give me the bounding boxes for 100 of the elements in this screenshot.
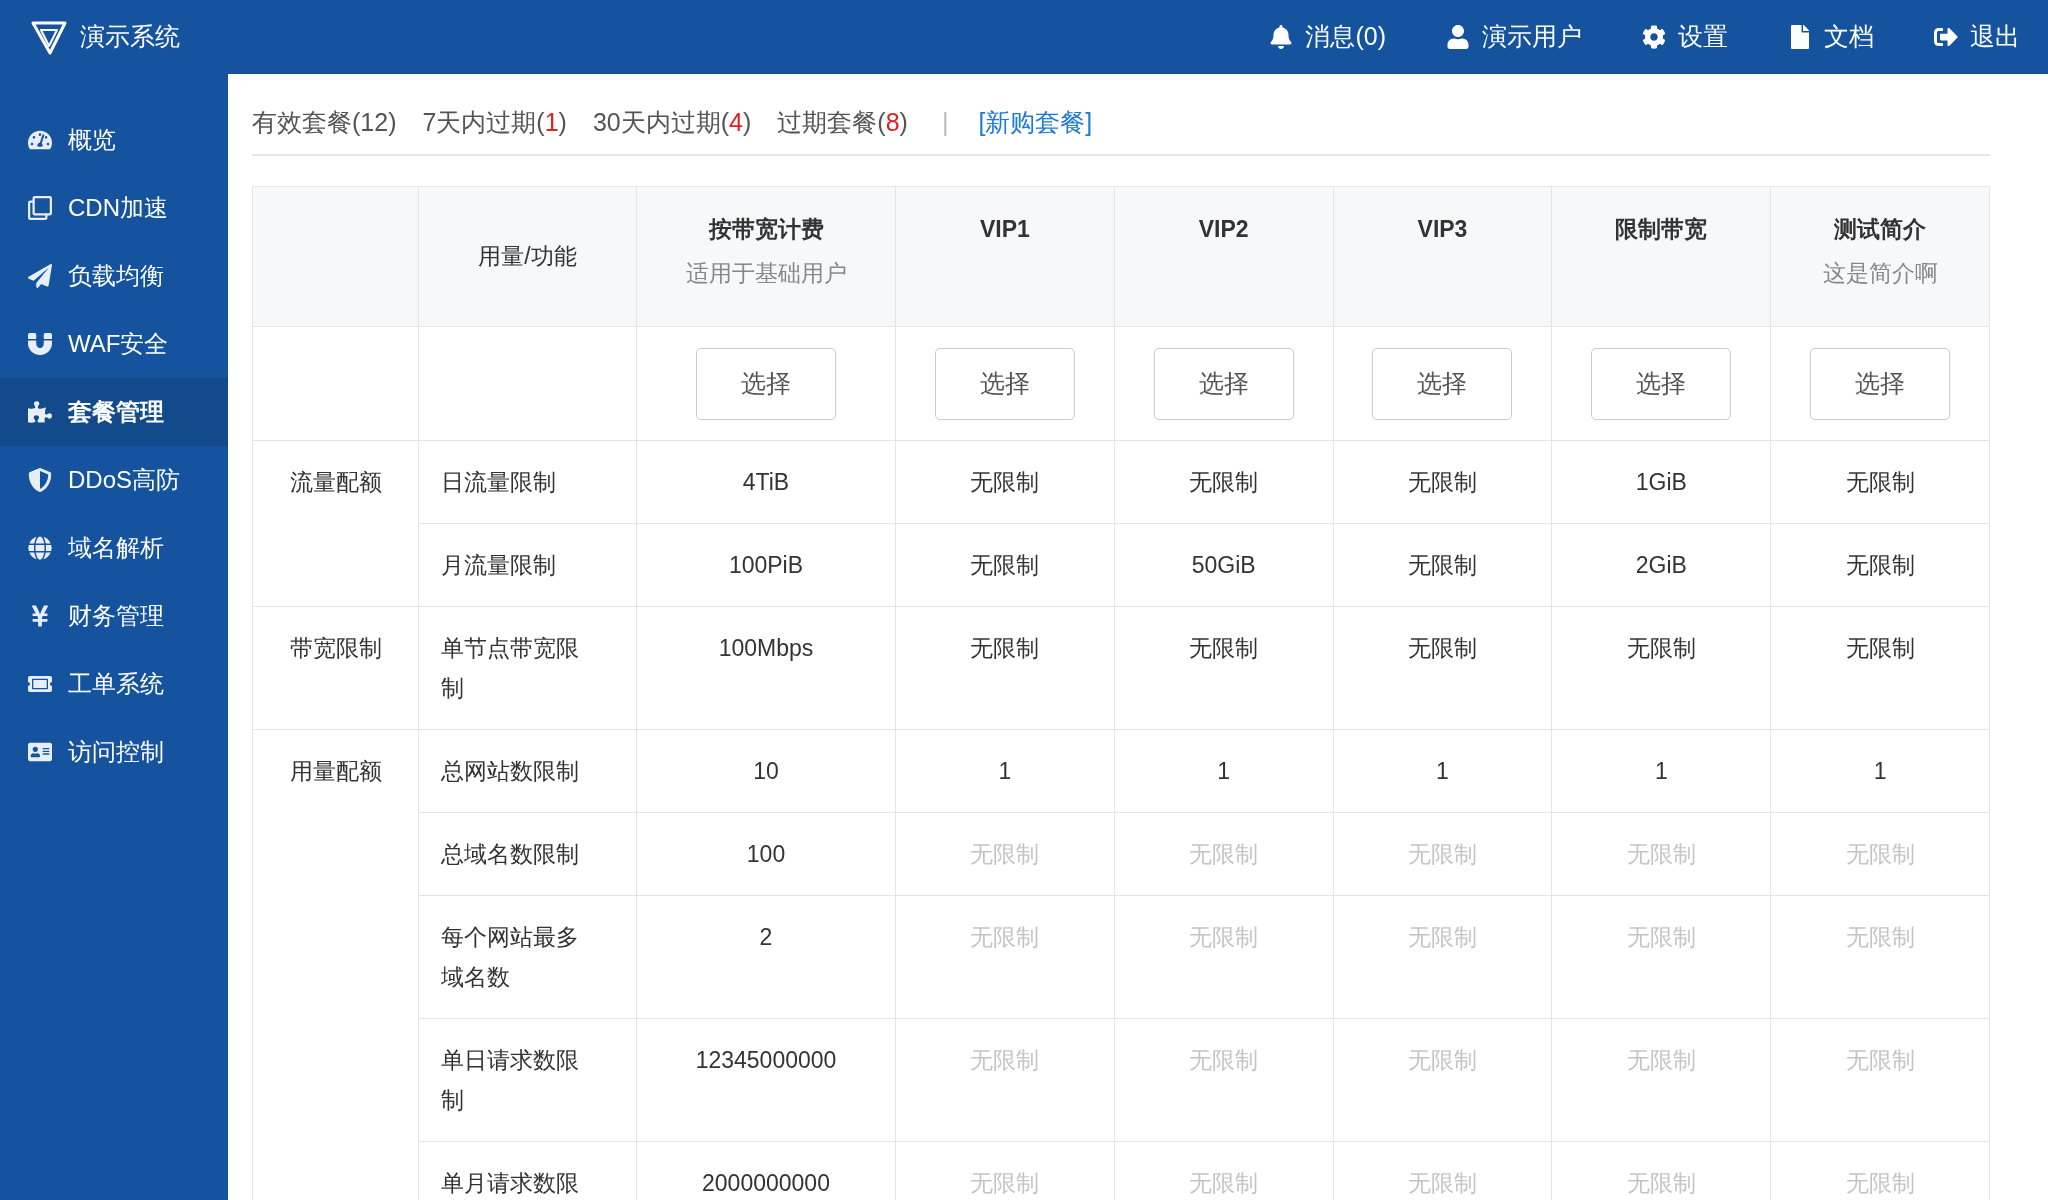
- sidebar-item[interactable]: 套餐管理: [0, 378, 228, 446]
- feature-cell: 每个网站最多域名数: [418, 895, 637, 1019]
- settings-icon: [1642, 25, 1666, 49]
- select-button[interactable]: 选择: [934, 347, 1075, 420]
- document-icon: [1788, 25, 1812, 49]
- top-nav-link[interactable]: 文档: [1788, 18, 1874, 56]
- value-cell: 无限制: [895, 523, 1115, 607]
- value-cell: 1: [895, 729, 1115, 813]
- sidebar-item[interactable]: 概览: [0, 106, 228, 174]
- value-cell: 1: [1770, 729, 1990, 813]
- copy-icon: [28, 196, 52, 220]
- sidebar-item[interactable]: 财务管理: [0, 582, 228, 650]
- value-cell: 无限制: [895, 812, 1115, 896]
- puzzle-icon: [28, 400, 52, 424]
- value-cell: 无限制: [1770, 440, 1990, 524]
- contact-card-icon: [28, 740, 52, 764]
- plan-header: VIP2: [1114, 186, 1334, 327]
- value-cell: 无限制: [895, 1018, 1115, 1142]
- value-cell: 10: [636, 729, 896, 813]
- feature-cell: 日流量限制: [418, 440, 637, 524]
- value-cell: 无限制: [1333, 812, 1552, 896]
- value-cell: 50GiB: [1114, 523, 1334, 607]
- value-cell: 无限制: [1114, 895, 1334, 1019]
- sidebar-item[interactable]: 负载均衡: [0, 242, 228, 310]
- feature-cell: 单日请求数限制: [418, 1018, 637, 1142]
- plan-header: 限制带宽: [1551, 186, 1771, 327]
- column-header: 用量/功能: [418, 186, 637, 327]
- bell-icon: [1269, 25, 1294, 49]
- select-button[interactable]: 选择: [1591, 347, 1732, 420]
- value-cell: 100: [636, 812, 896, 896]
- value-cell: 无限制: [1114, 1018, 1334, 1142]
- sidebar-item[interactable]: CDN加速: [0, 174, 228, 242]
- value-cell: 无限制: [1333, 606, 1552, 730]
- select-button[interactable]: 选择: [1372, 347, 1513, 420]
- select-button[interactable]: 选择: [696, 347, 836, 420]
- app-title: 演示系统: [80, 21, 180, 53]
- value-cell: 1GiB: [1551, 440, 1771, 524]
- value-cell: 无限制: [895, 606, 1115, 730]
- value-cell: 1: [1114, 729, 1334, 813]
- value-cell: 2GiB: [1551, 523, 1771, 607]
- value-cell: 无限制: [1333, 1018, 1552, 1142]
- value-cell: 无限制: [1770, 812, 1990, 896]
- value-cell: 无限制: [1551, 895, 1771, 1019]
- value-cell: 无限制: [1770, 523, 1990, 607]
- sidebar-item[interactable]: DDoS高防: [0, 446, 228, 514]
- value-cell: 无限制: [1770, 606, 1990, 730]
- filter-tab[interactable]: 过期套餐(8): [777, 104, 908, 142]
- feature-cell: 总域名数限制: [418, 812, 637, 896]
- value-cell: 无限制: [1551, 1018, 1771, 1142]
- value-cell: 无限制: [1770, 1018, 1990, 1142]
- value-cell: 1: [1333, 729, 1552, 813]
- filter-tab[interactable]: 有效套餐(12): [252, 104, 397, 142]
- value-cell: 12345000000: [636, 1018, 896, 1142]
- select-button[interactable]: 选择: [1810, 347, 1951, 420]
- user-icon: [1446, 25, 1470, 49]
- value-cell: 1: [1551, 729, 1771, 813]
- top-nav-link[interactable]: 退出: [1934, 18, 2020, 56]
- sidebar-item[interactable]: WAF安全: [0, 310, 228, 378]
- group-cell: 用量配额: [252, 729, 419, 1200]
- shield-icon: [28, 468, 52, 492]
- filter-tab[interactable]: 7天内过期(1): [422, 104, 567, 142]
- value-cell: 2: [636, 895, 896, 1019]
- sidebar-item[interactable]: 工单系统: [0, 650, 228, 718]
- top-nav-link[interactable]: 演示用户: [1446, 18, 1582, 56]
- value-cell: 无限制: [1114, 606, 1334, 730]
- group-cell: 流量配额: [252, 440, 419, 607]
- value-cell: 无限制: [1333, 895, 1552, 1019]
- plan-header: VIP3: [1333, 186, 1552, 327]
- value-cell: 100Mbps: [636, 606, 896, 730]
- value-cell: 无限制: [1333, 440, 1552, 524]
- feature-cell: 月流量限制: [418, 523, 637, 607]
- value-cell: 无限制: [1770, 895, 1990, 1019]
- sidebar-item[interactable]: 域名解析: [0, 514, 228, 582]
- top-nav-link[interactable]: 设置: [1642, 18, 1728, 56]
- select-button[interactable]: 选择: [1153, 347, 1294, 420]
- value-cell: 无限制: [1114, 440, 1334, 524]
- group-cell: 带宽限制: [252, 606, 419, 730]
- value-cell: 无限制: [895, 895, 1115, 1019]
- value-cell: 无限制: [1551, 606, 1771, 730]
- plan-header: 按带宽计费 适用于基础用户: [636, 186, 896, 327]
- value-cell: 无限制: [1333, 523, 1552, 607]
- logout-icon: [1934, 25, 1958, 49]
- value-cell: 100PiB: [636, 523, 896, 607]
- new-package-link[interactable]: [新购套餐]: [978, 104, 1093, 142]
- filter-tab[interactable]: 30天内过期(4): [592, 104, 752, 142]
- value-cell: 4TiB: [636, 440, 896, 524]
- magnet-icon: [28, 332, 52, 356]
- top-nav-link[interactable]: 消息(0): [1269, 18, 1386, 56]
- feature-cell: 单节点带宽限制: [418, 606, 637, 730]
- gauge-icon: [28, 128, 52, 152]
- plan-header: 测试简介 这是简介啊: [1770, 186, 1990, 327]
- value-cell: 无限制: [1551, 812, 1771, 896]
- paper-plane-icon: [28, 264, 52, 288]
- feature-cell: 总网站数限制: [418, 729, 637, 813]
- separator: |: [941, 107, 949, 139]
- sidebar-item[interactable]: 访问控制: [0, 718, 228, 786]
- plan-header: VIP1: [895, 186, 1115, 327]
- globe-icon: [28, 536, 52, 560]
- value-cell: 无限制: [1114, 812, 1334, 896]
- value-cell: 无限制: [895, 440, 1115, 524]
